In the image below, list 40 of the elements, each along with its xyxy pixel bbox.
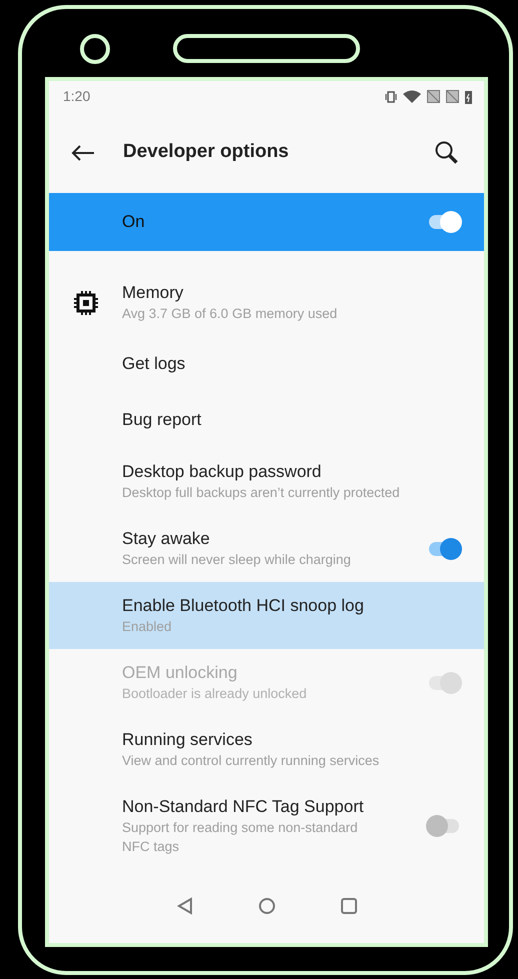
item-title: OEM unlocking [122,662,238,684]
battery-icon [465,90,472,104]
settings-item[interactable]: Non-Standard NFC Tag Support Support for reading some non-standard NFC tags [49,783,484,869]
back-arrow-icon[interactable] [71,144,95,162]
vibrate-icon [385,90,397,104]
home-nav-icon[interactable] [258,897,276,915]
item-summary: Support for reading some non-standard NFC tags [122,819,359,856]
wifi-icon [403,90,421,104]
settings-item[interactable]: Bug report [49,392,484,448]
item-title: Bug report [122,409,202,431]
master-switch-bar[interactable]: On [49,193,484,251]
settings-item[interactable]: Memory Avg 3.7 GB of 6.0 GB memory used [49,269,484,336]
item-title: Desktop backup password [122,461,322,483]
status-time: 1:20 [63,87,90,106]
item-title: Running services [122,729,254,751]
item-summary: Screen will never sleep while charging [122,551,352,569]
master-switch-label: On [122,211,146,234]
item-summary: Avg 3.7 GB of 6.0 GB memory used [122,305,338,323]
item-title: Enable Bluetooth HCI snoop log [122,595,365,617]
settings-item[interactable]: Desktop backup password Desktop full backups aren’t currently protected [49,448,484,515]
item-summary: View and control currently running services [122,752,380,770]
back-nav-icon[interactable] [176,897,194,915]
settings-item[interactable]: Running services View and control currently running services [49,716,484,783]
page-title: Developer options [123,140,290,164]
item-summary: Desktop full backups aren’t currently protected [122,484,401,502]
settings-item[interactable]: Stay awake Screen will never sleep while charging [49,515,484,582]
item-summary: Enabled [122,618,173,636]
chip-icon [73,290,99,316]
settings-item[interactable]: Get logs [49,336,484,392]
no-signal-icon [427,90,440,103]
item-title: Memory [122,282,184,304]
item-summary: Bootloader is already unlocked [122,685,308,703]
item-title: Get logs [122,353,186,375]
recents-nav-icon[interactable] [340,897,358,915]
no-signal-icon [446,90,459,103]
search-icon[interactable] [434,140,460,166]
camera-icon [80,34,110,64]
item-title: Non-Standard NFC Tag Support [122,796,365,818]
settings-item[interactable]: Enable Bluetooth HCI snoop log Enabled [49,582,484,649]
item-title: Stay awake [122,528,211,550]
